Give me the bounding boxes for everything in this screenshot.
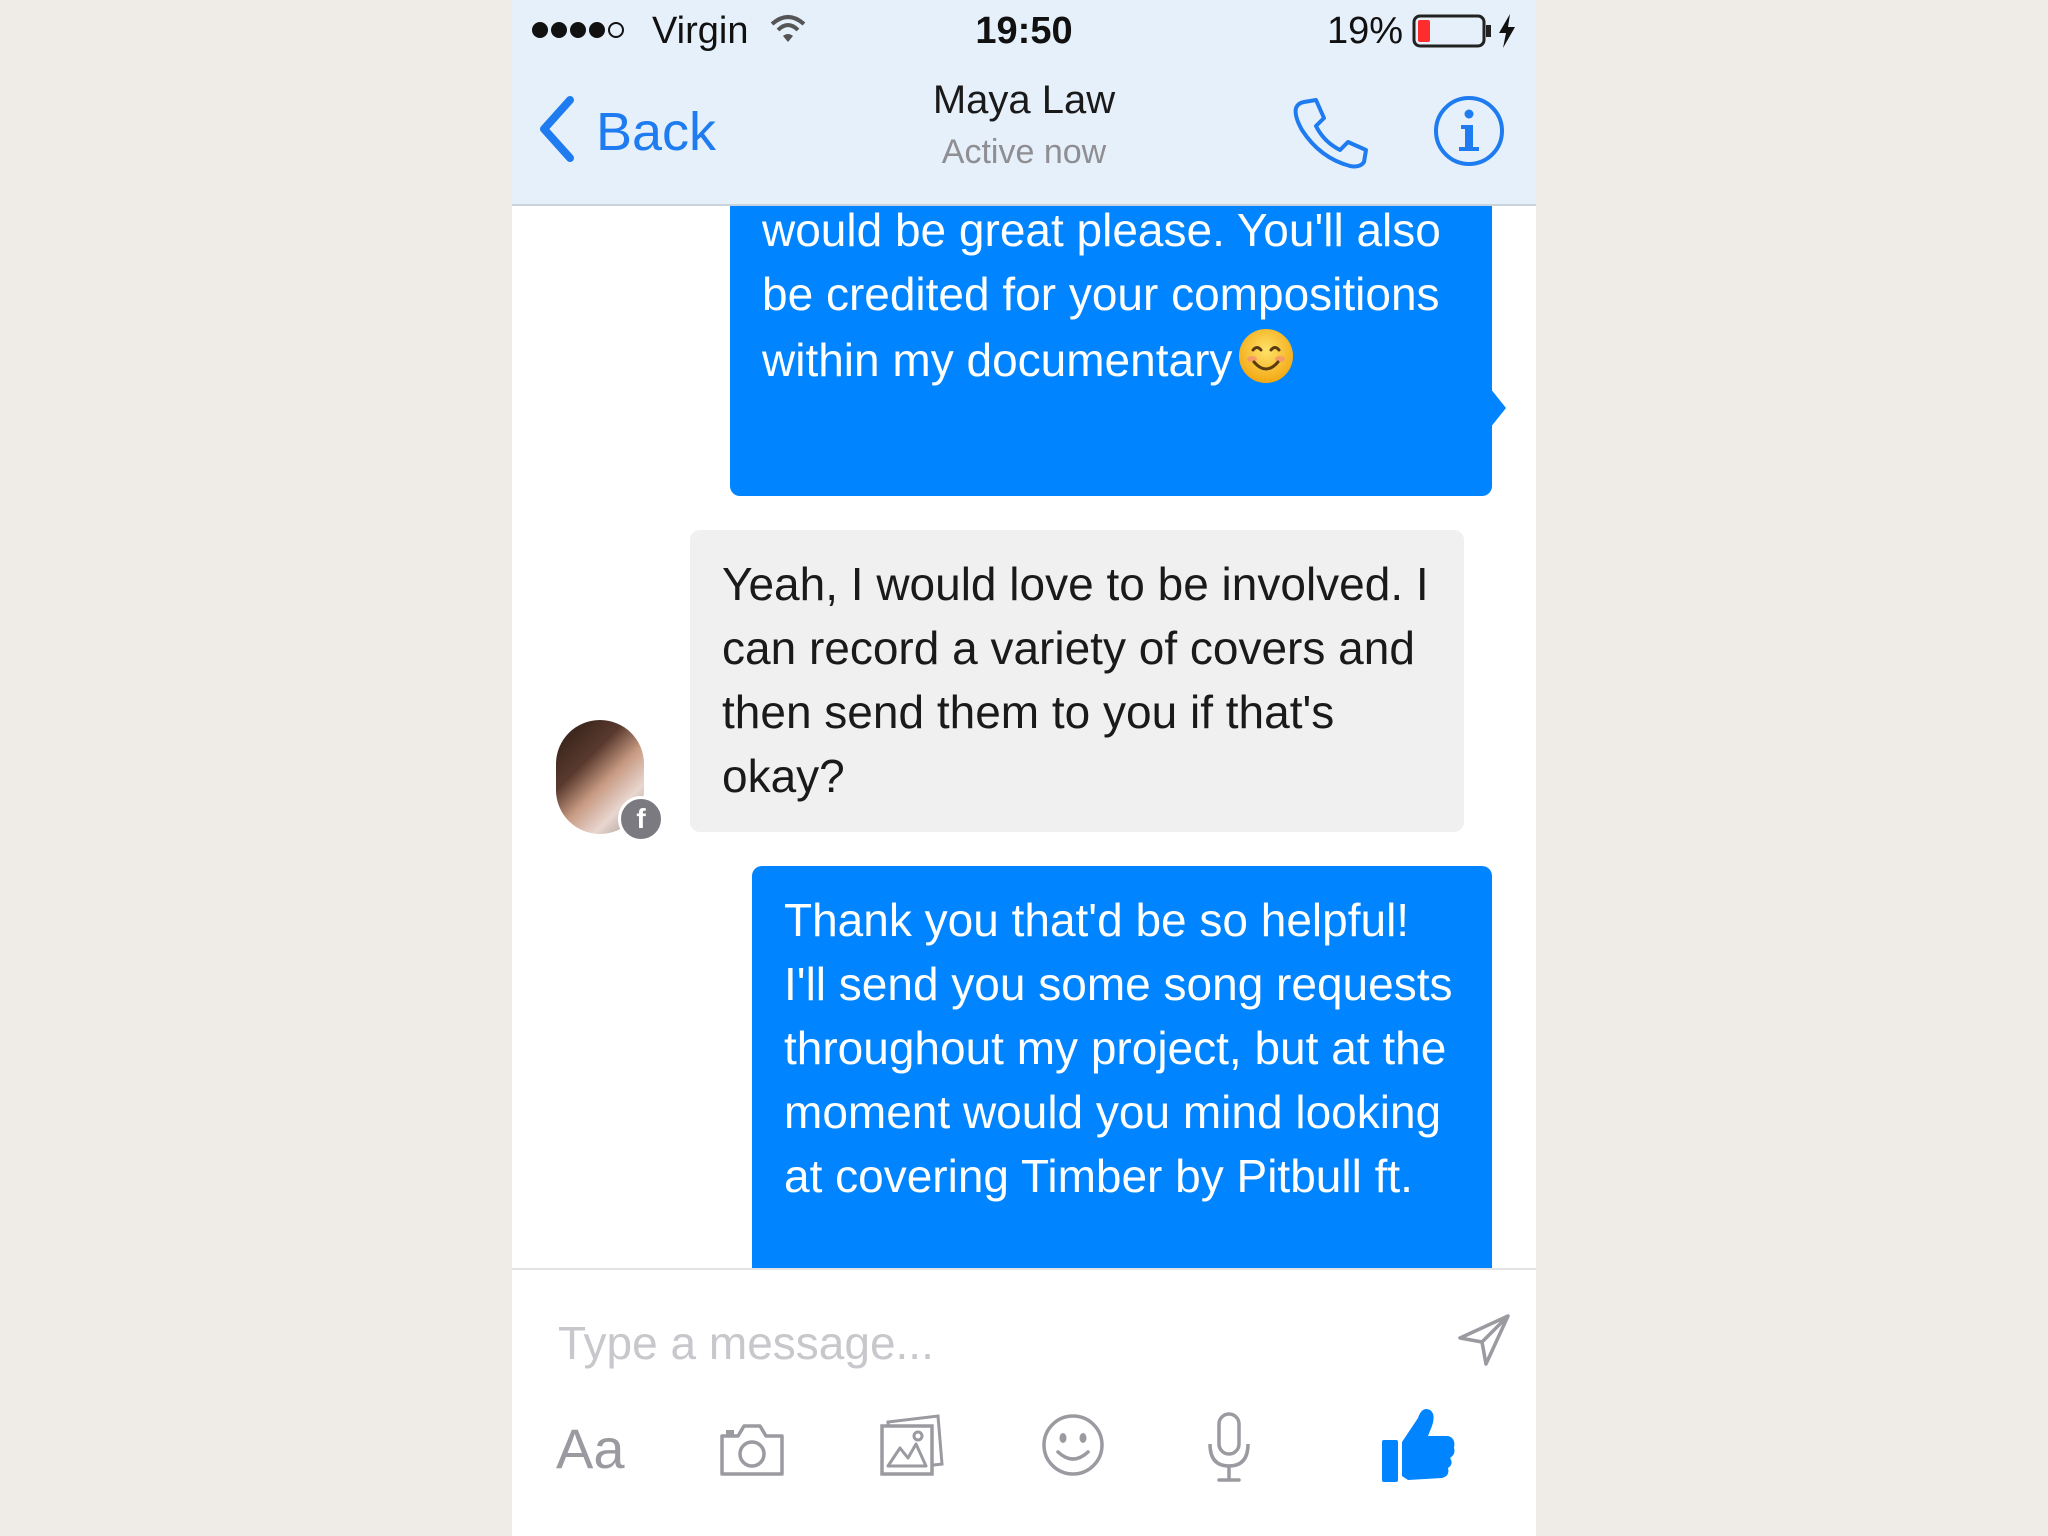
message-text: Thank you that'd be so helpful! I'll sen…: [784, 894, 1453, 1202]
smiling-face-emoji-icon: [1236, 326, 1296, 402]
charging-bolt-icon: [1497, 14, 1517, 53]
like-icon[interactable]: [1378, 1404, 1458, 1491]
incoming-message-bubble[interactable]: Yeah, I would love to be involved. I can…: [690, 530, 1464, 832]
back-label: Back: [596, 101, 717, 162]
chevron-left-icon: [536, 96, 578, 167]
outgoing-message-bubble[interactable]: Thank you that'd be so helpful! I'll sen…: [752, 866, 1492, 1268]
battery-percentage: 19%: [1327, 10, 1404, 52]
contact-name: Maya Law: [932, 78, 1116, 122]
outgoing-message-bubble[interactable]: would be great please. You'll also be cr…: [730, 206, 1506, 496]
message-composer: Aa: [512, 1268, 1536, 1536]
message-input[interactable]: [556, 1310, 1460, 1376]
camera-icon[interactable]: [718, 1422, 786, 1483]
contact-active-status: Active now: [941, 133, 1107, 171]
facebook-badge-icon: f: [618, 796, 664, 842]
battery-icon: [1412, 14, 1492, 53]
composer-toolbar: Aa: [512, 1409, 1536, 1500]
back-button[interactable]: Back: [536, 96, 716, 167]
text-format-button[interactable]: Aa: [556, 1416, 625, 1481]
conversation-header: Virgin 19:50 19% Back Maya Law Active no…: [512, 0, 1536, 206]
phone-icon[interactable]: [1290, 96, 1370, 177]
info-icon[interactable]: [1432, 94, 1506, 173]
status-bar: Virgin 19:50 19%: [512, 0, 1536, 64]
message-text: Yeah, I would love to be involved. I can…: [722, 558, 1429, 802]
send-icon[interactable]: [1456, 1312, 1512, 1373]
emoji-icon[interactable]: [1040, 1412, 1106, 1483]
gallery-icon[interactable]: [878, 1414, 946, 1483]
messenger-screen: Virgin 19:50 19% Back Maya Law Active no…: [512, 0, 1536, 1536]
message-thread[interactable]: would be great please. You'll also be cr…: [512, 206, 1536, 1268]
message-text: would be great please. You'll also be cr…: [762, 206, 1441, 387]
conversation-title[interactable]: Maya Law Active now: [774, 78, 1274, 172]
microphone-icon[interactable]: [1204, 1410, 1254, 1489]
